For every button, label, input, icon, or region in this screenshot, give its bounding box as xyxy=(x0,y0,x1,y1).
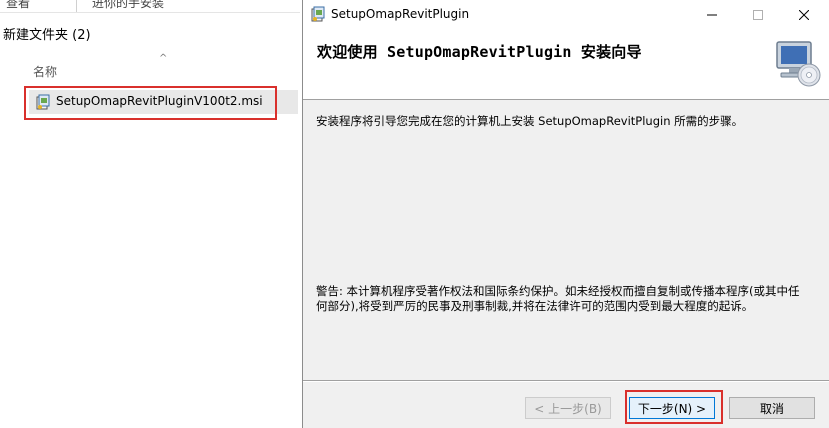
sort-ascending-icon: ^ xyxy=(159,53,168,64)
file-list-item[interactable]: SetupOmapRevitPluginV100t2.msi xyxy=(29,90,298,114)
computer-cd-icon xyxy=(776,41,821,87)
copyright-warning: 警告: 本计算机程序受著作权法和国际条约保护。如未经授权而擅自复制或传播本程序(… xyxy=(316,284,800,313)
close-icon xyxy=(799,9,809,20)
close-button[interactable] xyxy=(781,0,827,29)
maximize-icon xyxy=(753,9,763,20)
back-button[interactable]: < 上一步(B) xyxy=(525,397,611,419)
wizard-title: 欢迎使用 SetupOmapRevitPlugin 安装向导 xyxy=(317,43,642,61)
folder-breadcrumb[interactable]: 新建文件夹 (2) xyxy=(3,24,91,43)
footer-divider xyxy=(303,380,829,382)
minimize-button[interactable] xyxy=(689,0,735,29)
minimize-icon xyxy=(707,14,717,15)
installer-window: SetupOmapRevitPlugin 欢迎使用 SetupOmapRevit… xyxy=(302,0,829,428)
name-column-header[interactable]: 名称 xyxy=(33,63,57,80)
next-button[interactable]: 下一步(N) > xyxy=(629,397,715,419)
ribbon-separator xyxy=(76,0,77,12)
file-name: SetupOmapRevitPluginV100t2.msi xyxy=(56,94,263,108)
maximize-button xyxy=(735,0,781,29)
app-installer-icon xyxy=(311,6,325,22)
cancel-button[interactable]: 取消 xyxy=(729,397,815,419)
window-title: SetupOmapRevitPlugin xyxy=(331,7,470,21)
ribbon-view-tab[interactable]: 查看 xyxy=(6,0,30,11)
ribbon-install-tab[interactable]: 进你的手安装 xyxy=(92,0,164,11)
ribbon-strip: 查看 进你的手安装 xyxy=(0,0,300,13)
file-explorer: 查看 进你的手安装 新建文件夹 (2) ^ 名称 SetupOmapRevitP… xyxy=(0,0,300,428)
title-bar[interactable]: SetupOmapRevitPlugin xyxy=(303,0,829,29)
wizard-banner: 欢迎使用 SetupOmapRevitPlugin 安装向导 xyxy=(303,29,829,100)
msi-installer-icon xyxy=(36,94,50,110)
intro-text: 安装程序将引导您完成在您的计算机上安装 SetupOmapRevitPlugin… xyxy=(316,114,744,128)
